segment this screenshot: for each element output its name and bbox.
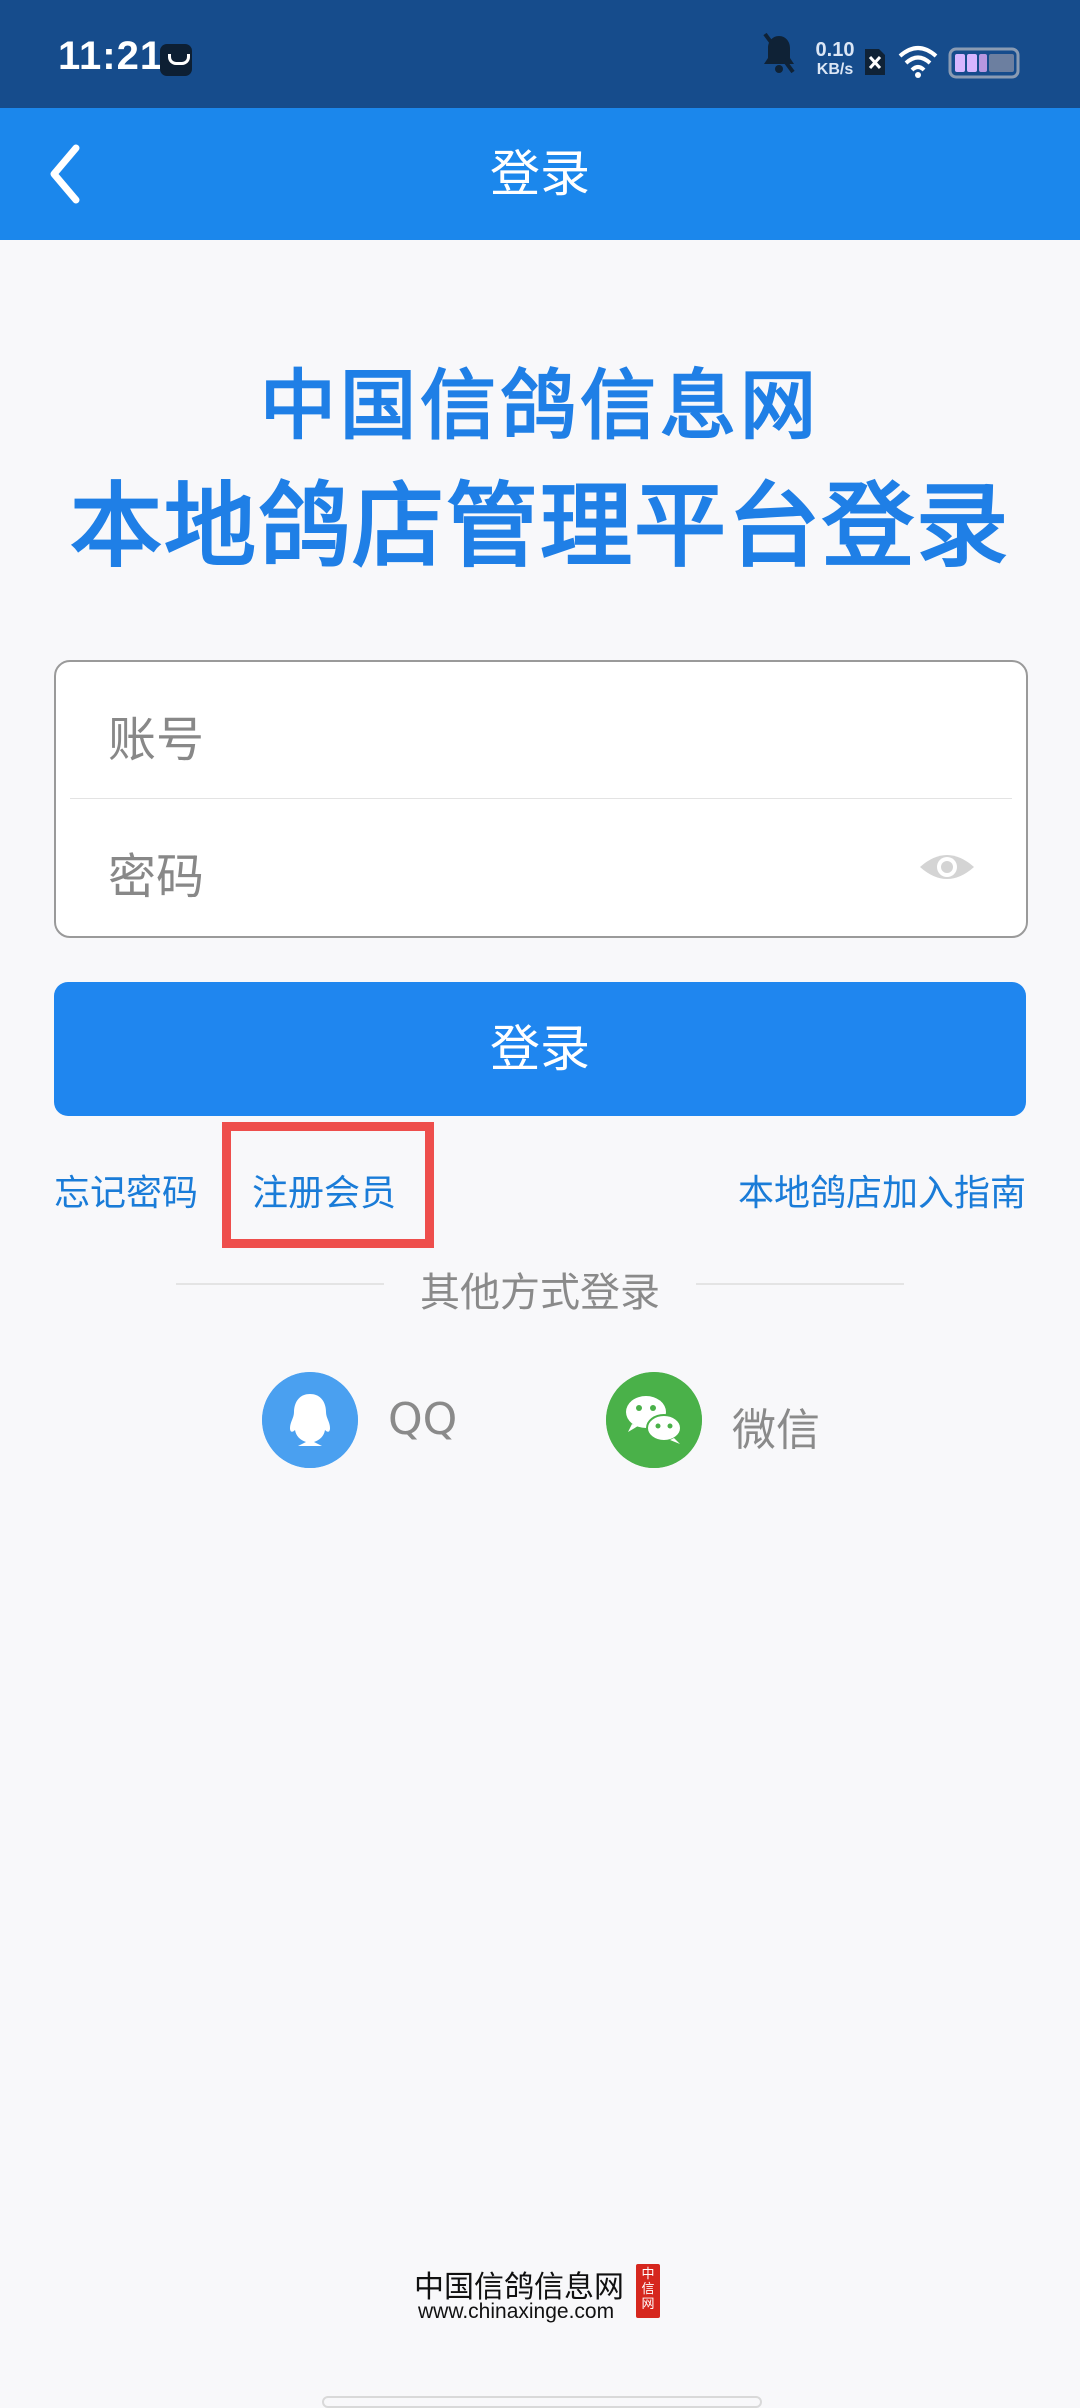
password-placeholder: 密码 [108, 849, 205, 905]
login-button[interactable]: 登录 [54, 982, 1026, 1116]
footer-logo: 中国信鸽信息网 www.chinaxinge.com 中信网 [414, 2262, 664, 2324]
login-form: 账号 密码 [54, 660, 1028, 938]
footer-seal: 中信网 [636, 2264, 660, 2318]
highlight-box [222, 1122, 434, 1248]
page-title: 登录 [490, 145, 590, 203]
sim-off-icon [865, 49, 885, 75]
platform-login-heading: 本地鸽店管理平台登录 [69, 473, 1010, 580]
qq-icon [262, 1372, 358, 1468]
wechat-label: 微信 [732, 1405, 820, 1456]
divider-line-right [696, 1283, 904, 1285]
network-speed-value: 0.10 [815, 39, 855, 61]
home-indicator[interactable] [322, 2396, 762, 2408]
wechat-icon [606, 1372, 702, 1468]
site-name-heading: 中国信鸽信息网 [260, 361, 820, 450]
qq-label: QQ [388, 1394, 458, 1445]
store-join-guide-link[interactable]: 本地鸽店加入指南 [738, 1164, 1026, 1216]
other-login-divider: 其他方式登录 [0, 1260, 1080, 1316]
network-speed: 0.10 KB/s [805, 40, 865, 80]
network-speed-unit: KB/s [816, 61, 854, 78]
wifi-icon [898, 46, 938, 78]
footer-site-url: www.chinaxinge.com [418, 2300, 615, 2323]
battery-icon [948, 47, 1020, 79]
status-bar: 11:21 0.10 KB/s [0, 0, 1080, 108]
password-field[interactable]: 密码 [56, 799, 1026, 935]
eye-icon[interactable] [918, 845, 976, 889]
status-time: 11:21 [58, 34, 164, 78]
account-field[interactable]: 账号 [56, 662, 1026, 798]
app-bar: 登录 [0, 108, 1080, 240]
notification-app-icon [160, 44, 192, 76]
bell-muted-icon [763, 32, 795, 74]
other-login-title: 其他方式登录 [420, 1270, 660, 1316]
account-placeholder: 账号 [108, 712, 205, 768]
forgot-password-link[interactable]: 忘记密码 [54, 1164, 198, 1216]
